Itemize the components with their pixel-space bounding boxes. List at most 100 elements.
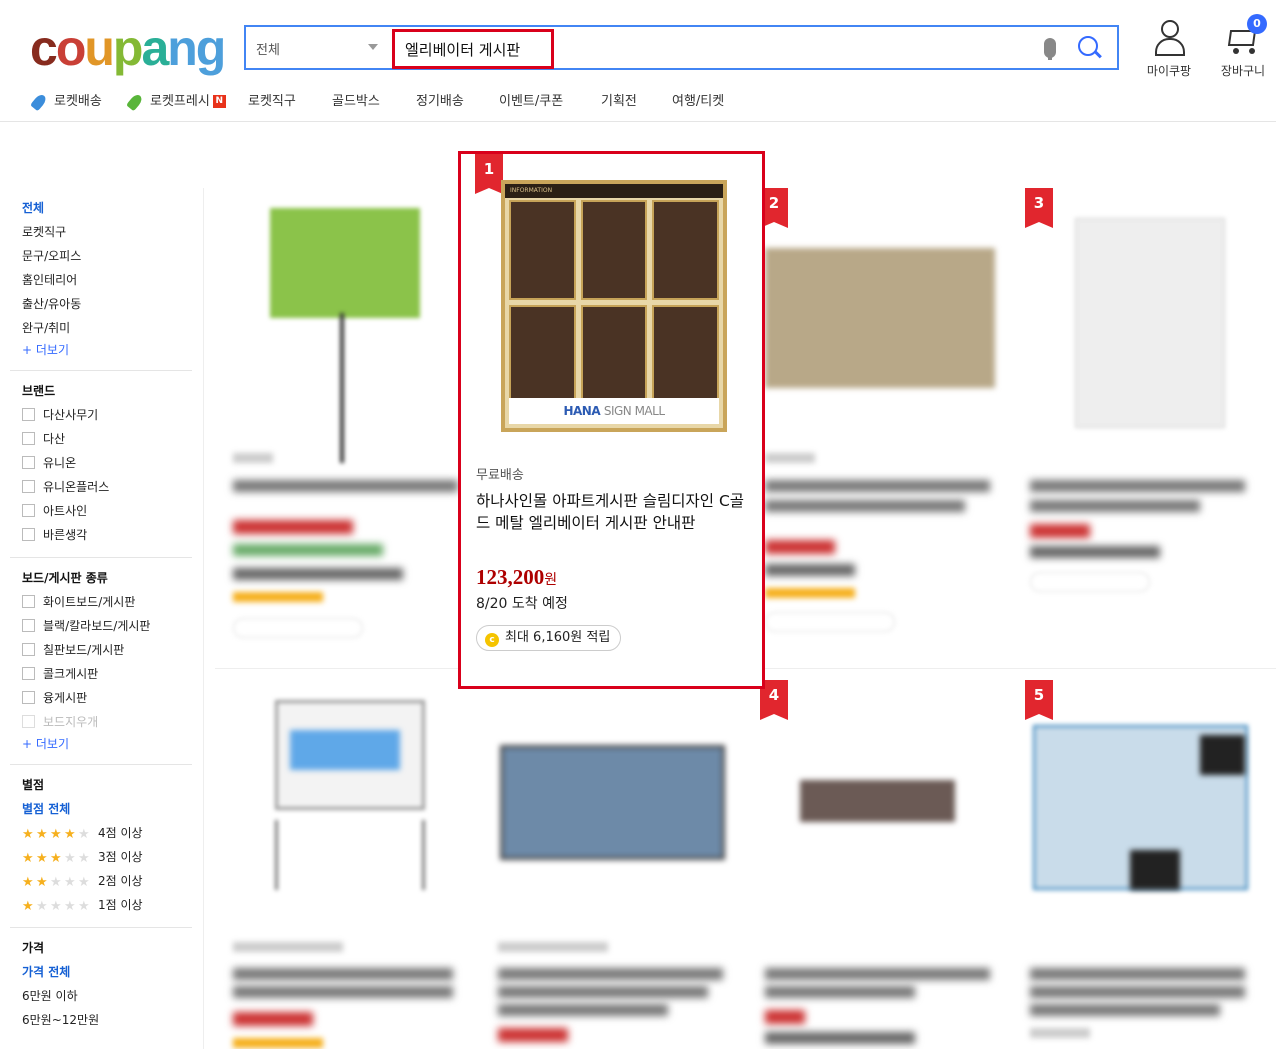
category-all[interactable]: 전체: [22, 196, 192, 220]
category-item[interactable]: 로켓직구: [22, 220, 192, 244]
blurred-text: [498, 942, 608, 952]
blurred-text: [1030, 1028, 1090, 1038]
brand-option[interactable]: 바른생각: [22, 523, 192, 547]
blurred-text: [1030, 968, 1245, 980]
rating-label: 2점 이상: [98, 874, 143, 888]
blurred-text: [765, 1032, 915, 1044]
cart-button[interactable]: 0 장바구니: [1208, 14, 1276, 79]
rating-option[interactable]: ★ ★ ★ ★ ★ 2점 이상: [22, 869, 192, 893]
product-image[interactable]: [500, 745, 725, 860]
coupang-logo[interactable]: coupang: [30, 18, 226, 78]
blurred-text: [765, 480, 990, 492]
board-type-label: 보드지우개: [43, 715, 99, 729]
checkbox[interactable]: [22, 432, 35, 445]
product-card[interactable]: 2: [760, 188, 1010, 658]
nav-gold-box[interactable]: 골드박스: [332, 90, 380, 114]
mypage-button[interactable]: 마이쿠팡: [1134, 20, 1204, 79]
blurred-text: [1030, 546, 1160, 558]
rocket-icon: [30, 92, 50, 112]
board-type-option[interactable]: 융게시판: [22, 686, 192, 710]
notice-panel: [580, 200, 648, 300]
nav-subscription[interactable]: 정기배송: [416, 90, 464, 114]
product-card[interactable]: 4: [760, 680, 1010, 1049]
product-card[interactable]: [480, 680, 745, 1049]
nav-rocket-fresh[interactable]: 로켓프레시 N: [126, 90, 226, 114]
checkbox[interactable]: [22, 619, 35, 632]
nav-travel[interactable]: 여행/티켓: [672, 90, 724, 114]
product-image[interactable]: [270, 208, 420, 318]
board-type-label: 융게시판: [43, 691, 88, 705]
nav-label: 로켓배송: [54, 94, 102, 109]
checkbox[interactable]: [22, 504, 35, 517]
price-all[interactable]: 가격 전체: [22, 960, 192, 984]
brand-filter: 브랜드 다산사무기 다산 유니온 유니온플러스 아트사인 바른생각: [10, 371, 192, 558]
board-type-option[interactable]: 칠판보드/게시판: [22, 638, 192, 662]
price-option[interactable]: 6만원~12만원: [22, 1008, 192, 1032]
checkbox[interactable]: [22, 480, 35, 493]
product-title[interactable]: 하나사인몰 아파트게시판 슬림디자인 C골드 메탈 엘리베이터 게시판 안내판: [476, 490, 752, 534]
blurred-text: [233, 1038, 323, 1048]
search-category-select[interactable]: 전체: [246, 27, 386, 68]
checkbox[interactable]: [22, 528, 35, 541]
brand-option[interactable]: 다산사무기: [22, 403, 192, 427]
nav-exhibitions[interactable]: 기획전: [601, 90, 637, 114]
product-card[interactable]: [215, 188, 465, 658]
brand-option[interactable]: 다산: [22, 427, 192, 451]
category-more-link[interactable]: + 더보기: [22, 343, 69, 357]
blurred-text: [233, 942, 343, 952]
checkbox: [22, 715, 35, 728]
blurred-text: [233, 544, 383, 556]
price-option[interactable]: 6만원 이하: [22, 984, 192, 1008]
microphone-icon[interactable]: [1044, 38, 1056, 60]
brand-filter-title: 브랜드: [22, 384, 56, 398]
rating-all[interactable]: 별점 전체: [22, 797, 192, 821]
checkbox[interactable]: [22, 691, 35, 704]
product-card[interactable]: 5: [1025, 680, 1276, 1049]
brand-option[interactable]: 유니온플러스: [22, 475, 192, 499]
nav-rocket-direct[interactable]: 로켓직구: [248, 90, 296, 114]
rating-option[interactable]: ★ ★ ★ ★ ★ 1점 이상: [22, 893, 192, 917]
checkbox[interactable]: [22, 595, 35, 608]
category-item[interactable]: 문구/오피스: [22, 244, 192, 268]
checkbox[interactable]: [22, 408, 35, 421]
category-filter: 전체 로켓직구 문구/오피스 홈인테리어 출산/유아동 완구/취미 + 더보기: [10, 188, 192, 371]
brand-option[interactable]: 아트사인: [22, 499, 192, 523]
product-card[interactable]: 3: [1025, 188, 1275, 658]
board-type-more-link[interactable]: + 더보기: [22, 737, 69, 751]
nav-label: 로켓직구: [248, 94, 296, 109]
board-type-option[interactable]: 콜크게시판: [22, 662, 192, 686]
category-item[interactable]: 홈인테리어: [22, 268, 192, 292]
search-icon[interactable]: [1078, 36, 1098, 56]
blurred-text: [1030, 572, 1150, 592]
category-item[interactable]: 출산/유아동: [22, 292, 192, 316]
product-card[interactable]: [215, 680, 465, 1049]
nav-rocket-delivery[interactable]: 로켓배송: [30, 90, 102, 114]
rating-option[interactable]: ★ ★ ★ ★ ★ 3점 이상: [22, 845, 192, 869]
board-type-option[interactable]: 화이트보드/게시판: [22, 590, 192, 614]
product-image[interactable]: INFORMATION HANA SIGN MALL: [501, 180, 727, 432]
category-item[interactable]: 완구/취미: [22, 316, 192, 340]
board-type-option[interactable]: 블랙/칼라보드/게시판: [22, 614, 192, 638]
price-filter: 가격 가격 전체 6만원 이하 6만원~12만원: [10, 928, 192, 1042]
product-image[interactable]: [800, 780, 955, 822]
rating-filter-title: 별점: [22, 778, 45, 792]
brand-option[interactable]: 유니온: [22, 451, 192, 475]
nav-events[interactable]: 이벤트/쿠폰: [499, 90, 563, 114]
brand-logo-thin: SIGN MALL: [603, 404, 665, 418]
featured-product-card[interactable]: 1 INFORMATION HANA SIGN MALL 무료배송 하나사인몰 …: [458, 151, 765, 689]
new-badge-icon: N: [212, 95, 226, 108]
board-type-label: 화이트보드/게시판: [43, 595, 136, 609]
rating-option[interactable]: ★ ★ ★ ★ ★ 4점 이상: [22, 821, 192, 845]
checkbox[interactable]: [22, 643, 35, 656]
checkbox[interactable]: [22, 456, 35, 469]
product-image[interactable]: [765, 248, 995, 388]
product-image[interactable]: [1075, 218, 1225, 428]
nav-label: 골드박스: [332, 94, 380, 109]
blurred-text: [1030, 986, 1245, 998]
notice-panel: [652, 200, 719, 300]
checkbox[interactable]: [22, 667, 35, 680]
notice-panel: [580, 304, 648, 404]
reward-text: 최대 6,160원 적립: [505, 630, 611, 645]
notice-panels: [509, 200, 719, 404]
search-input[interactable]: [392, 29, 554, 69]
